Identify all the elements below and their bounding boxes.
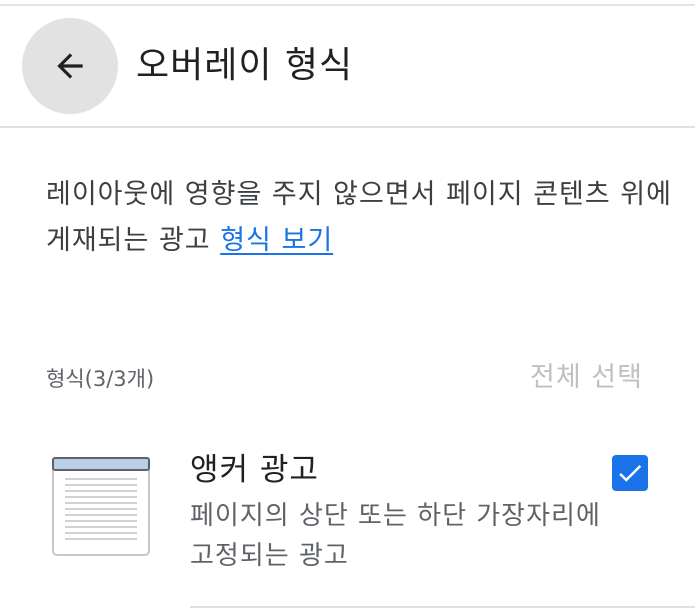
page-description: 레이아웃에 영향을 주지 않으면서 페이지 콘텐츠 위에 게재되는 광고 형식 … <box>46 172 676 264</box>
anchor-ad-icon <box>52 457 150 556</box>
back-button[interactable] <box>22 18 118 114</box>
formats-count-label: 형식(3/3개) <box>46 367 155 391</box>
check-icon <box>619 465 642 482</box>
anchor-ad-checkbox[interactable] <box>612 455 648 491</box>
item-divider <box>190 606 695 608</box>
select-all-button[interactable]: 전체 선택 <box>530 358 643 398</box>
format-item-title: 앵커 광고 <box>190 452 319 488</box>
description-text: 레이아웃에 영향을 주지 않으면서 페이지 콘텐츠 위에 게재되는 광고 <box>46 179 672 256</box>
page-header: 오버레이 형식 <box>0 6 695 128</box>
arrow-back-icon <box>57 53 83 79</box>
format-item-description: 페이지의 상단 또는 하단 가장자리에 고정되는 광고 <box>190 501 601 571</box>
page-title: 오버레이 형식 <box>136 45 354 86</box>
view-formats-link[interactable]: 형식 보기 <box>220 225 333 256</box>
